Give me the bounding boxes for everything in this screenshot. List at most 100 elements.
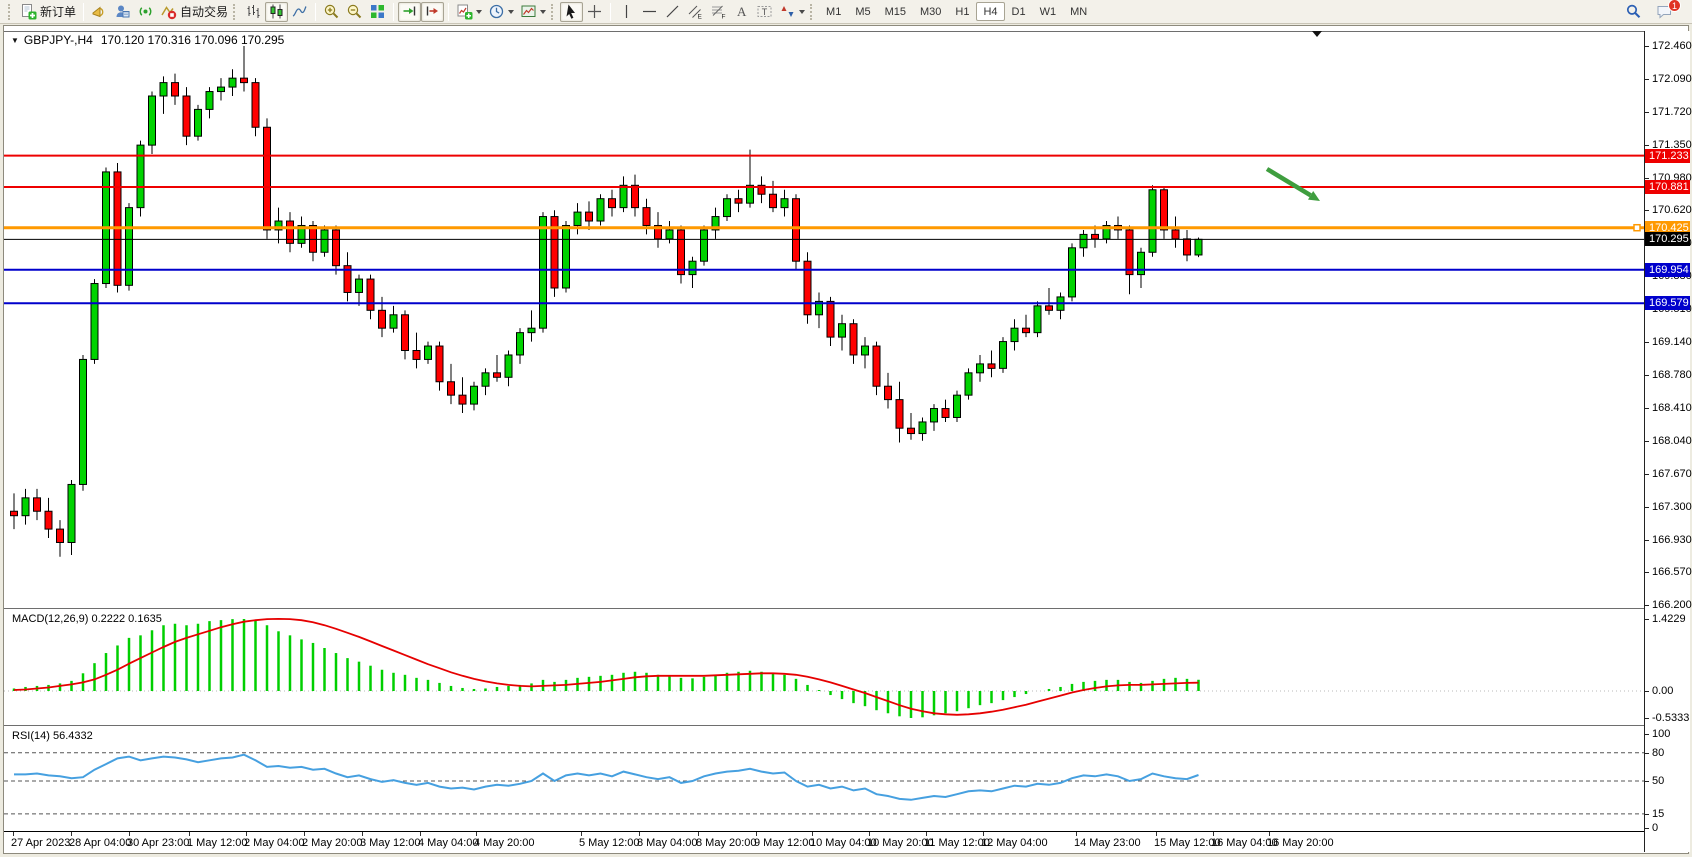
bullish-candle[interactable] xyxy=(620,185,627,207)
bullish-candle[interactable] xyxy=(482,373,489,386)
bearish-candle[interactable] xyxy=(908,428,915,433)
bearish-candle[interactable] xyxy=(988,364,995,368)
bullish-candle[interactable] xyxy=(1069,248,1076,297)
dropdown-caret-icon[interactable] xyxy=(540,10,546,14)
bullish-candle[interactable] xyxy=(149,96,156,145)
tf-m5[interactable]: M5 xyxy=(848,2,877,21)
trend-arrow-annotation[interactable] xyxy=(1267,169,1311,195)
bullish-candle[interactable] xyxy=(137,145,144,208)
bearish-candle[interactable] xyxy=(1023,328,1030,332)
bearish-candle[interactable] xyxy=(448,382,455,395)
bullish-candle[interactable] xyxy=(597,199,604,221)
crosshair-button[interactable] xyxy=(583,2,606,22)
cursor-button[interactable] xyxy=(560,2,583,22)
bullish-candle[interactable] xyxy=(229,78,236,87)
bullish-candle[interactable] xyxy=(724,199,731,217)
alert-horn-icon[interactable] xyxy=(88,2,111,22)
tf-m1[interactable]: M1 xyxy=(819,2,848,21)
fibonacci-button[interactable]: F xyxy=(707,2,730,22)
bullish-candle[interactable] xyxy=(195,109,202,136)
autotrading-button[interactable]: 自动交易 xyxy=(157,2,231,22)
bearish-candle[interactable] xyxy=(264,127,271,230)
trendline-button[interactable] xyxy=(661,2,684,22)
bullish-candle[interactable] xyxy=(862,346,869,355)
bullish-candle[interactable] xyxy=(1000,342,1007,369)
vertical-line-button[interactable] xyxy=(615,2,638,22)
chat-button[interactable]: 1 xyxy=(1653,2,1676,22)
bearish-candle[interactable] xyxy=(793,199,800,262)
bullish-candle[interactable] xyxy=(965,373,972,395)
bullish-candle[interactable] xyxy=(563,225,570,288)
bearish-candle[interactable] xyxy=(632,185,639,207)
bearish-candle[interactable] xyxy=(287,221,294,243)
bearish-candle[interactable] xyxy=(609,199,616,208)
bearish-candle[interactable] xyxy=(850,324,857,355)
bearish-candle[interactable] xyxy=(494,373,501,377)
bearish-candle[interactable] xyxy=(402,315,409,351)
bullish-candle[interactable] xyxy=(977,364,984,373)
bearish-candle[interactable] xyxy=(11,511,18,515)
bearish-candle[interactable] xyxy=(678,230,685,275)
bearish-candle[interactable] xyxy=(367,279,374,310)
bearish-candle[interactable] xyxy=(45,511,52,529)
toolbar-grip[interactable] xyxy=(233,4,238,20)
bearish-candle[interactable] xyxy=(735,199,742,203)
bearish-candle[interactable] xyxy=(827,301,834,337)
price-axis[interactable]: 172.460172.090171.720171.350170.980170.6… xyxy=(1645,31,1690,852)
periods-button[interactable] xyxy=(485,2,517,22)
bullish-candle[interactable] xyxy=(931,409,938,422)
equidistant-channel-button[interactable]: E xyxy=(684,2,707,22)
bullish-candle[interactable] xyxy=(425,346,432,359)
bearish-candle[interactable] xyxy=(459,395,466,404)
tf-h1[interactable]: H1 xyxy=(948,2,976,21)
macd-pane[interactable]: MACD(12,26,9) 0.2222 0.1635 xyxy=(4,609,1644,725)
bearish-candle[interactable] xyxy=(1126,230,1133,275)
bearish-candle[interactable] xyxy=(413,351,420,360)
bearish-candle[interactable] xyxy=(1092,234,1099,238)
bullish-candle[interactable] xyxy=(22,498,29,516)
bearish-candle[interactable] xyxy=(1184,239,1191,255)
dropdown-caret-icon[interactable] xyxy=(799,10,805,14)
bullish-candle[interactable] xyxy=(68,484,75,542)
bearish-candle[interactable] xyxy=(1172,230,1179,239)
dropdown-caret-icon[interactable] xyxy=(476,10,482,14)
horizontal-line-button[interactable] xyxy=(638,2,661,22)
toolbar-grip[interactable] xyxy=(810,4,815,20)
bullish-candle[interactable] xyxy=(1034,306,1041,333)
bullish-candle[interactable] xyxy=(1195,239,1202,255)
bullish-candle[interactable] xyxy=(218,87,225,91)
bar-chart-button[interactable] xyxy=(242,2,265,22)
rsi-pane[interactable]: RSI(14) 56.4332 xyxy=(4,726,1644,831)
bearish-candle[interactable] xyxy=(172,83,179,96)
pane-separator-macd[interactable] xyxy=(4,608,1690,609)
bullish-candle[interactable] xyxy=(321,230,328,252)
bearish-candle[interactable] xyxy=(1161,190,1168,230)
tf-mn[interactable]: MN xyxy=(1063,2,1094,21)
bullish-candle[interactable] xyxy=(666,230,673,239)
bullish-candle[interactable] xyxy=(1138,252,1145,274)
bullish-candle[interactable] xyxy=(126,208,133,286)
bullish-candle[interactable] xyxy=(919,422,926,434)
bullish-candle[interactable] xyxy=(701,230,708,261)
chart-shift-button[interactable] xyxy=(421,2,444,22)
bearish-candle[interactable] xyxy=(34,498,41,511)
bullish-candle[interactable] xyxy=(839,324,846,337)
bullish-candle[interactable] xyxy=(160,83,167,96)
line-handle[interactable] xyxy=(1634,225,1640,231)
bullish-candle[interactable] xyxy=(1149,190,1156,253)
bearish-candle[interactable] xyxy=(586,212,593,221)
bearish-candle[interactable] xyxy=(885,386,892,399)
bullish-candle[interactable] xyxy=(505,355,512,377)
bullish-candle[interactable] xyxy=(954,395,961,417)
bullish-candle[interactable] xyxy=(689,261,696,274)
zoom-out-button[interactable] xyxy=(343,2,366,22)
bullish-candle[interactable] xyxy=(91,284,98,360)
bullish-candle[interactable] xyxy=(356,279,363,292)
bullish-candle[interactable] xyxy=(574,212,581,225)
bearish-candle[interactable] xyxy=(333,230,340,266)
price-chart-pane[interactable] xyxy=(4,31,1644,608)
bullish-candle[interactable] xyxy=(1011,328,1018,341)
zoom-in-button[interactable] xyxy=(320,2,343,22)
bullish-candle[interactable] xyxy=(390,315,397,328)
line-chart-button[interactable] xyxy=(288,2,311,22)
